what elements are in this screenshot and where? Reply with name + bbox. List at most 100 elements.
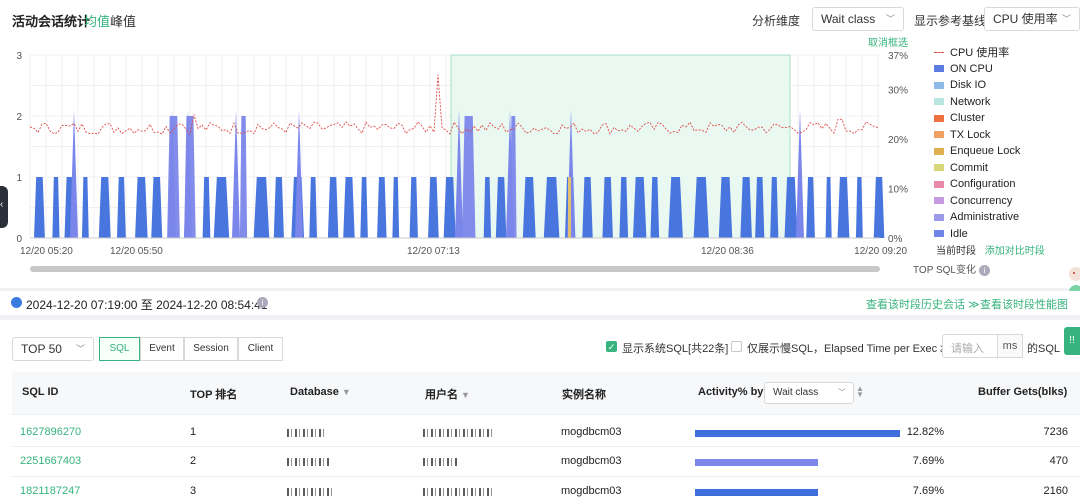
col-sql-id[interactable]: SQL ID <box>22 386 58 398</box>
legend-label: CPU 使用率 <box>950 47 1010 60</box>
performance-chart-link[interactable]: 查看该时段性能图 <box>980 296 1068 312</box>
show-system-sql-checkbox[interactable]: ✓ <box>606 341 617 352</box>
threshold-suffix: 的SQL <box>1027 343 1061 355</box>
filter-icon[interactable]: ▼ <box>342 387 351 397</box>
legend-swatch <box>934 180 944 188</box>
chart-scrollbar[interactable] <box>30 266 880 272</box>
threshold-input[interactable]: 请输入 <box>942 334 998 358</box>
col-username[interactable]: 用户名 ▼ <box>425 386 470 402</box>
col-rank[interactable]: TOP 排名 <box>190 386 237 402</box>
legend-item[interactable]: CPU 使用率 <box>934 44 1080 61</box>
col-instance[interactable]: 实例名称 <box>562 386 606 402</box>
col-buffer-gets[interactable]: Buffer Gets(blks) <box>978 386 1067 398</box>
legend-swatch <box>934 98 944 106</box>
database-redacted <box>287 429 325 437</box>
tab-event[interactable]: Event <box>140 337 184 361</box>
activity-chart[interactable]: 3 2 1 0 37% 30% 20% 10% 0% 12/20 05:20 12/20 05:50… <box>0 40 930 265</box>
time-range-text: 2024-12-20 07:19:00 至 2024-12-20 08:54:4… <box>26 298 268 312</box>
top-sql-change[interactable]: TOP SQL变化 i <box>913 261 990 276</box>
legend-label: Cluster <box>950 112 985 125</box>
history-sessions-link[interactable]: 查看该时段历史会话 ≫ <box>866 296 980 312</box>
y-left-tick: 3 <box>16 51 22 62</box>
x-tick: 12/20 08:36 <box>701 246 754 257</box>
tab-sql[interactable]: SQL <box>99 337 140 361</box>
sql-id-link[interactable]: 2251667403 <box>20 455 81 467</box>
chevron-down-icon: ﹀ <box>838 388 846 397</box>
threshold-unit: ms <box>997 334 1023 358</box>
legend-item[interactable]: Disk IO <box>934 77 1080 94</box>
legend-item[interactable]: Concurrency <box>934 193 1080 210</box>
legend-item[interactable]: Cluster <box>934 110 1080 127</box>
filter-icon[interactable]: ▼ <box>461 390 470 400</box>
tab-peak[interactable]: 峰值 <box>110 11 136 30</box>
baseline-label: 显示参考基线 <box>914 14 987 28</box>
legend-item[interactable]: Administrative <box>934 209 1080 226</box>
legend-item[interactable]: ON CPU <box>934 61 1080 78</box>
clock-icon <box>11 297 22 308</box>
buffer-gets-cell: 7236 <box>1043 426 1068 438</box>
tab-client[interactable]: Client <box>238 337 283 361</box>
legend-label: Disk IO <box>950 79 987 92</box>
legend-label: TX Lock <box>950 128 991 141</box>
activity-by-select[interactable]: Wait class ﹀ <box>764 382 854 404</box>
legend-label: Configuration <box>950 178 1016 191</box>
legend-item[interactable]: Idle <box>934 226 1080 243</box>
chart-legend: CPU 使用率 ON CPU Disk IO Network Cluster TX Loc… <box>934 44 1080 242</box>
activity-bar <box>695 459 818 466</box>
baseline-value: CPU 使用率 <box>993 12 1058 26</box>
legend-item[interactable]: TX Lock <box>934 127 1080 144</box>
legend-swatch <box>934 51 944 53</box>
buffer-gets-cell: 2160 <box>1043 485 1068 497</box>
legend-swatch <box>934 81 944 89</box>
legend-swatch <box>934 147 944 155</box>
show-system-sql-label: 显示系统SQL[共22条] <box>622 343 729 355</box>
slow-sql-checkbox[interactable] <box>731 341 742 352</box>
legend-label: Commit <box>950 161 988 174</box>
dimension-select[interactable]: Wait class ﹀ <box>812 7 904 31</box>
sort-icon[interactable]: ▲ ▼ <box>856 385 864 399</box>
username-redacted <box>423 429 493 437</box>
add-compare-link[interactable]: 添加对比时段 <box>985 246 1045 257</box>
database-redacted <box>287 488 333 496</box>
y-right-tick: 0% <box>888 234 903 245</box>
instance-cell: mogdbcm03 <box>561 485 622 497</box>
baseline-select[interactable]: CPU 使用率 ﹀ <box>984 7 1080 31</box>
legend-label: Concurrency <box>950 194 1013 207</box>
col-database-label: Database <box>290 386 339 398</box>
info-icon: i <box>257 297 268 308</box>
row-divider <box>12 446 1080 447</box>
activity-by-value: Wait class <box>773 387 819 398</box>
x-tick: 12/20 05:50 <box>110 246 163 257</box>
top-sql-change-label: TOP SQL变化 <box>913 265 976 276</box>
database-redacted <box>287 458 329 466</box>
chevron-down-icon: ﹀ <box>885 14 895 24</box>
collapse-handle[interactable]: ‹ <box>0 186 8 228</box>
legend-swatch <box>934 197 944 205</box>
sql-id-link[interactable]: 1627896270 <box>20 426 81 438</box>
legend-item[interactable]: Network <box>934 94 1080 111</box>
top-n-value: TOP 50 <box>21 342 62 356</box>
commit-bar <box>568 177 571 238</box>
legend-swatch <box>934 164 944 172</box>
legend-item[interactable]: Commit <box>934 160 1080 177</box>
current-period-label: 当前时段 <box>936 246 976 257</box>
tab-average[interactable]: 均值 <box>84 11 110 30</box>
side-panel-toggle[interactable]: !! <box>1064 327 1080 355</box>
y-right-tick: 30% <box>888 86 908 97</box>
x-tick: 12/20 09:20 <box>854 246 907 257</box>
legend-label: Enqueue Lock <box>950 145 1021 158</box>
legend-label: ON CPU <box>950 62 993 75</box>
legend-item[interactable]: Configuration <box>934 176 1080 193</box>
y-left-tick: 2 <box>16 112 22 123</box>
info-icon: i <box>978 264 990 276</box>
sql-id-link[interactable]: 1821187247 <box>20 485 80 497</box>
rank-cell: 1 <box>190 426 197 438</box>
col-activity: Activity% by <box>698 386 764 398</box>
legend-item[interactable]: Enqueue Lock <box>934 143 1080 160</box>
y-right-tick: 10% <box>888 185 908 196</box>
table-header <box>12 372 1080 414</box>
col-database[interactable]: Database ▼ <box>290 386 351 398</box>
username-redacted <box>423 488 493 496</box>
tab-session[interactable]: Session <box>184 337 238 361</box>
top-n-select[interactable]: TOP 50 ﹀ <box>12 337 94 361</box>
